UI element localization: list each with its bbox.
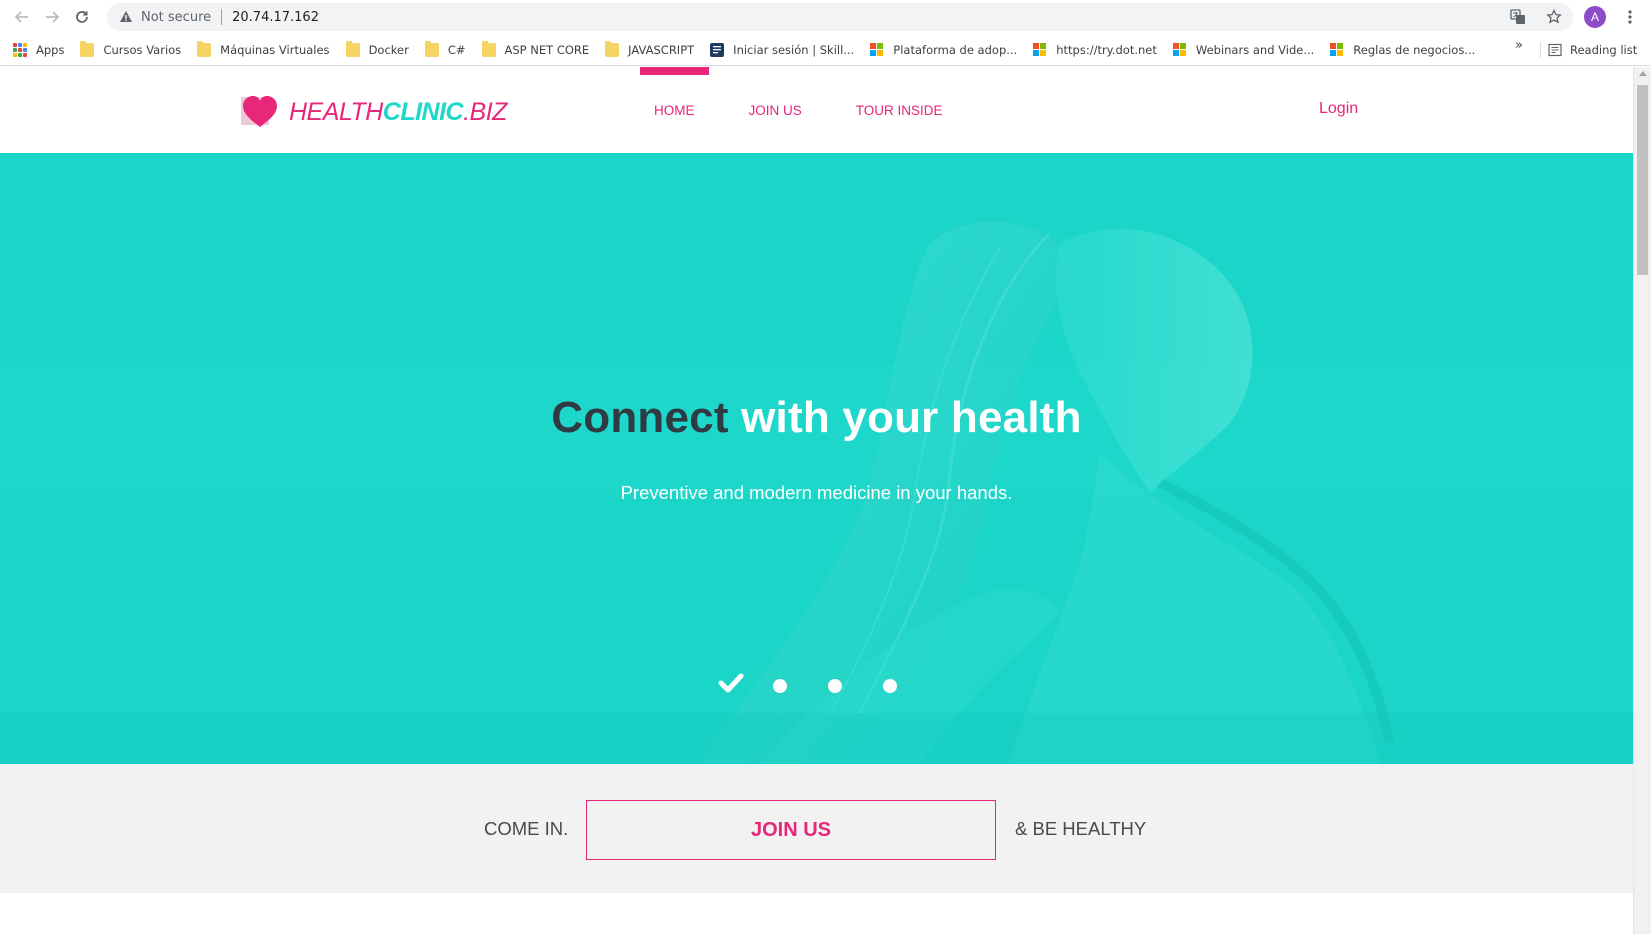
bookmark-folder-asp-net-core[interactable]: ASP NET CORE <box>474 38 598 62</box>
page-viewport: HEALTHCLINIC.BIZ HOME JOIN US TOUR INSID… <box>0 67 1633 934</box>
slide-4-dot[interactable] <box>883 679 897 693</box>
folder-icon <box>605 40 620 57</box>
folder-icon <box>197 40 212 57</box>
bookmark-star-icon[interactable] <box>1545 8 1563 26</box>
bookmark-reglas[interactable]: Reglas de negocios... <box>1322 38 1483 62</box>
bookmark-folder-javascript[interactable]: JAVASCRIPT <box>597 38 702 62</box>
microsoft-logo-icon <box>1172 42 1187 57</box>
address-bar-actions <box>1509 8 1563 26</box>
slide-1-check-icon[interactable] <box>718 672 744 694</box>
join-us-button[interactable]: JOIN US <box>586 800 996 860</box>
bookmark-label: Iniciar sesión | Skill... <box>733 42 855 57</box>
back-arrow-icon <box>14 11 28 23</box>
nav-item-tour-inside[interactable]: TOUR INSIDE <box>856 67 943 153</box>
bookmark-label: Reglas de negocios... <box>1353 42 1476 57</box>
bookmark-folder-cursos-varios[interactable]: Cursos Varios <box>72 38 189 62</box>
address-bar[interactable]: Not secure 20.74.17.162 <box>107 3 1573 31</box>
url-text[interactable]: 20.74.17.162 <box>232 10 319 25</box>
scroll-thumb[interactable] <box>1637 85 1648 275</box>
back-button[interactable] <box>8 3 36 31</box>
heart-logo-icon <box>241 96 277 127</box>
folder-icon <box>345 40 360 57</box>
page-scrollbar[interactable] <box>1633 67 1651 934</box>
bookmarks-bar: Apps Cursos Varios Máquinas Virtuales Do… <box>0 34 1651 66</box>
hero-subtitle: Preventive and modern medicine in your h… <box>620 482 1013 503</box>
folder-icon <box>80 40 95 57</box>
bookmark-folder-docker[interactable]: Docker <box>338 38 417 62</box>
bookmark-try-dot-net[interactable]: https://try.dot.net <box>1025 38 1165 62</box>
reload-icon <box>76 11 88 23</box>
bookmark-label: Plataforma de adop... <box>893 42 1018 57</box>
hero-title-dark: Connect <box>551 393 729 442</box>
join-band: COME IN. JOIN US & BE HEALTHY <box>0 764 1633 893</box>
be-healthy-text: & BE HEALTHY <box>1015 818 1147 839</box>
address-separator <box>221 9 223 25</box>
nav-item-home[interactable]: HOME <box>640 67 708 153</box>
translate-icon[interactable] <box>1509 8 1527 26</box>
bookmark-label: Webinars and Vide... <box>1195 42 1315 57</box>
warning-icon[interactable] <box>119 10 133 24</box>
slide-3-dot[interactable] <box>828 679 842 693</box>
hero-title-light: with your health <box>728 393 1082 442</box>
document-icon <box>710 42 725 57</box>
bookmark-plataforma[interactable]: Plataforma de adop... <box>862 38 1025 62</box>
reading-list-label: Reading list <box>1570 43 1638 57</box>
next-section <box>0 893 1633 934</box>
bookmarks-separator <box>1540 42 1541 58</box>
folder-icon <box>481 40 496 57</box>
hero-title: Connect with your health <box>0 393 1633 443</box>
reload-button[interactable] <box>68 3 96 31</box>
forward-arrow-icon <box>46 11 60 23</box>
login-link[interactable]: Login <box>1319 100 1358 118</box>
brand-part-clinic: CLINIC <box>382 97 464 126</box>
come-in-text: COME IN. <box>484 818 569 839</box>
scroll-up-arrow-icon[interactable] <box>1639 71 1647 76</box>
microsoft-logo-icon <box>870 42 884 57</box>
microsoft-logo-icon <box>1033 42 1047 57</box>
bookmark-label: Docker <box>368 42 409 57</box>
folder-icon <box>424 40 439 57</box>
reading-list-icon <box>1548 43 1562 57</box>
browser-menu-icon[interactable] <box>1621 5 1639 29</box>
nav-item-join-us[interactable]: JOIN US <box>749 67 802 153</box>
bookmark-folder-csharp[interactable]: C# <box>417 38 474 62</box>
security-status[interactable]: Not secure <box>141 10 211 25</box>
carousel-indicators <box>718 672 918 696</box>
apps-grid-icon <box>13 42 27 57</box>
bookmarks-overflow-button[interactable]: » <box>1515 38 1523 53</box>
slide-2-dot[interactable] <box>773 679 787 693</box>
bookmark-label: Cursos Varios <box>103 42 182 57</box>
forward-button[interactable] <box>38 3 66 31</box>
bookmark-iniciar-sesion[interactable]: Iniciar sesión | Skill... <box>702 38 862 62</box>
brand-name: HEALTHCLINIC.BIZ <box>289 98 507 127</box>
bookmark-label: C# <box>447 42 466 57</box>
brand-part-biz: .BIZ <box>463 97 507 126</box>
bookmark-label: Apps <box>36 42 65 57</box>
profile-avatar[interactable]: A <box>1584 6 1606 28</box>
brand-part-health: HEALTH <box>289 97 383 126</box>
bookmark-webinars[interactable]: Webinars and Vide... <box>1165 38 1322 62</box>
bookmark-folder-maquinas-virtuales[interactable]: Máquinas Virtuales <box>189 38 337 62</box>
bookmark-label: ASP NET CORE <box>504 42 590 57</box>
bookmark-label: https://try.dot.net <box>1056 42 1157 57</box>
brand-logo[interactable]: HEALTHCLINIC.BIZ <box>241 95 507 129</box>
bookmark-label: JAVASCRIPT <box>628 42 695 57</box>
main-nav: HOME JOIN US TOUR INSIDE <box>640 67 943 153</box>
site-header: HEALTHCLINIC.BIZ HOME JOIN US TOUR INSID… <box>0 67 1633 153</box>
bookmark-label: Máquinas Virtuales <box>220 42 330 57</box>
microsoft-logo-icon <box>1330 42 1344 57</box>
bookmark-apps[interactable]: Apps <box>0 38 72 62</box>
reading-list-button[interactable]: Reading list <box>1548 38 1637 62</box>
hero-banner: Connect with your health Preventive and … <box>0 153 1633 764</box>
